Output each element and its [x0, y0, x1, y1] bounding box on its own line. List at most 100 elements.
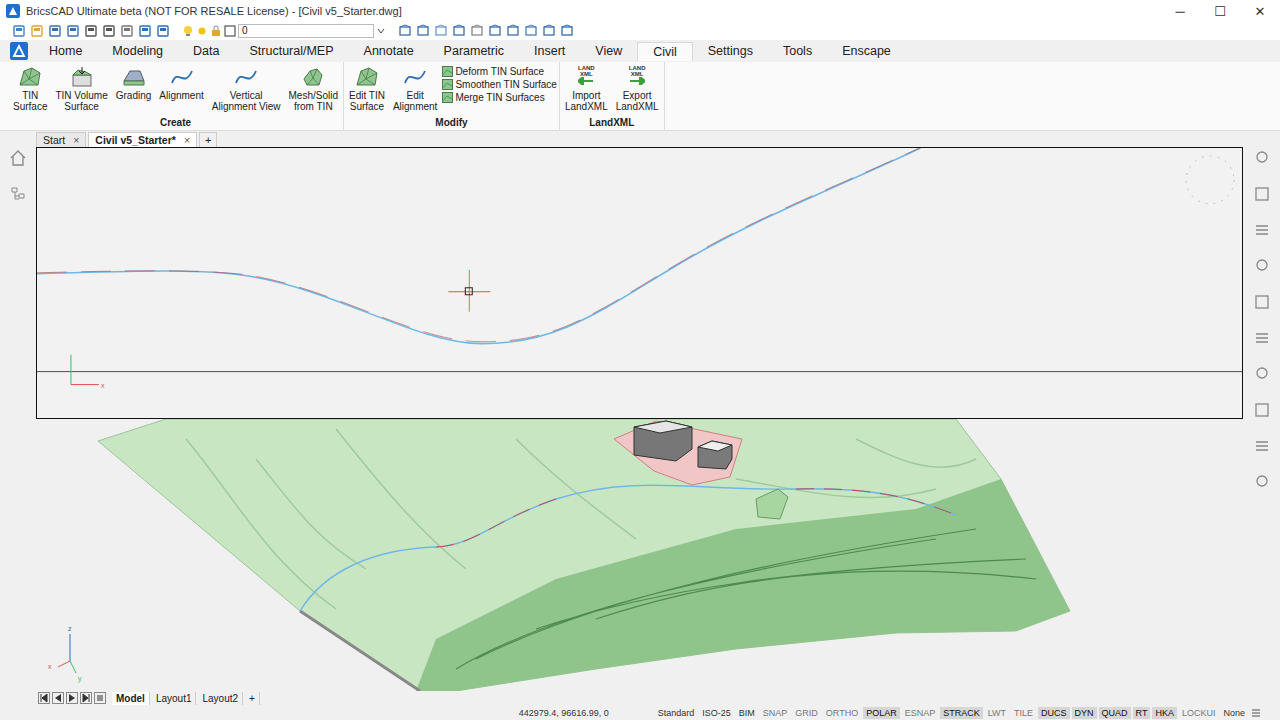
ribbon-tab[interactable]: Modeling	[97, 42, 178, 60]
layout-navigation-icon[interactable]	[38, 692, 110, 704]
toolbar-icon[interactable]	[102, 24, 116, 38]
panel-icon[interactable]	[1253, 365, 1271, 383]
toolbar-icon[interactable]	[138, 24, 152, 38]
ribbon-tab[interactable]: Parametric	[429, 42, 519, 60]
panel-icon[interactable]	[1253, 437, 1271, 455]
toolbar-icon[interactable]	[434, 24, 448, 38]
toolbar-icon[interactable]	[416, 24, 430, 38]
panel-icon[interactable]	[1253, 149, 1271, 167]
panel-icon[interactable]	[1253, 257, 1271, 275]
ribbon-tab[interactable]: Annotate	[349, 42, 429, 60]
toolbar-icon[interactable]	[542, 24, 556, 38]
close-tab-button[interactable]: ×	[73, 133, 79, 147]
ribbon-tool-button[interactable]: Edit TINSurface	[346, 65, 388, 116]
status-toggle[interactable]: TILE	[1011, 707, 1036, 719]
status-bar: 442979.4, 96616.99, 0StandardISO-25BIMSN…	[0, 706, 1280, 720]
toolbar-icon[interactable]	[66, 24, 80, 38]
toolbar-icon[interactable]	[120, 24, 134, 38]
layout-tab[interactable]: Model	[112, 692, 150, 705]
status-toggle[interactable]: DUCS	[1038, 707, 1070, 719]
toolbar-icon[interactable]	[524, 24, 538, 38]
ribbon-tool-button[interactable]: LANDXMLExportLandXML	[613, 65, 662, 116]
ribbon-tab[interactable]: Data	[178, 42, 234, 60]
toolbar-icon[interactable]	[488, 24, 502, 38]
ribbon-tab[interactable]: Structural/MEP	[234, 42, 348, 60]
toolbar-icon[interactable]	[470, 24, 484, 38]
ribbon-tool-button[interactable]: VerticalAlignment View	[209, 65, 284, 116]
panel-icon[interactable]	[1253, 473, 1271, 491]
ribbon-tab[interactable]: Home	[34, 42, 97, 60]
window-control-button[interactable]: ✕	[1240, 4, 1280, 19]
toolbar-icon[interactable]	[12, 24, 26, 38]
status-toggle[interactable]: RT	[1133, 707, 1151, 719]
status-toggle[interactable]: LOCKUI	[1179, 707, 1219, 719]
status-toggle[interactable]: SNAP	[760, 707, 791, 719]
toolbar-icon[interactable]	[560, 24, 574, 38]
title-bar: BricsCAD Ultimate beta (NOT FOR RESALE L…	[0, 0, 1280, 22]
ribbon-tab[interactable]: Civil	[637, 42, 693, 61]
ribbon-group-title: Create	[10, 116, 341, 130]
close-tab-button[interactable]: ×	[184, 133, 190, 147]
status-field[interactable]: BIM	[736, 707, 758, 719]
status-toggle[interactable]: ESNAP	[902, 707, 939, 719]
ribbon-tool-button[interactable]: TIN VolumeSurface	[52, 65, 110, 116]
status-toggle[interactable]: HKA	[1152, 707, 1177, 719]
ribbon-tool-button[interactable]: Grading	[113, 65, 155, 116]
ribbon-tool-button[interactable]: Alignment	[156, 65, 206, 116]
status-toggle[interactable]: DYN	[1072, 707, 1097, 719]
document-tab[interactable]: Civil v5_Starter*×	[88, 132, 197, 147]
status-toggle[interactable]: ORTHO	[823, 707, 861, 719]
profile-viewport[interactable]: x	[36, 147, 1243, 419]
status-toggle[interactable]: STRACK	[940, 707, 983, 719]
status-menu-icon[interactable]	[1250, 707, 1262, 719]
new-layout-button[interactable]: +	[245, 692, 260, 705]
document-tab[interactable]: Start×	[36, 132, 86, 147]
status-toggle[interactable]: QUAD	[1099, 707, 1131, 719]
status-toggle[interactable]: GRID	[792, 707, 821, 719]
status-field[interactable]: Standard	[655, 707, 698, 719]
panel-icon[interactable]	[1253, 329, 1271, 347]
status-field[interactable]: ISO-25	[699, 707, 734, 719]
layout-tab-bar: ModelLayout1Layout2+	[0, 690, 1280, 706]
home-icon[interactable]	[9, 149, 27, 167]
toolbar-icon[interactable]	[156, 24, 170, 38]
layout-tab[interactable]: Layout2	[198, 692, 243, 705]
toolbar-icon[interactable]	[48, 24, 62, 38]
panel-icon[interactable]	[1253, 293, 1271, 311]
ribbon-tab[interactable]: View	[580, 42, 637, 60]
ribbon-tool-button[interactable]: LANDXMLImportLandXML	[562, 65, 611, 116]
ribbon-small-tool-button[interactable]: Smoothen TIN Surface	[442, 79, 557, 90]
ribbon-tool-button[interactable]: Mesh/Solidfrom TIN	[286, 65, 341, 116]
ribbon-tool-button[interactable]: EditAlignment	[390, 65, 440, 116]
ribbon-small-tool-button[interactable]: Deform TIN Surface	[442, 66, 557, 77]
new-document-button[interactable]: +	[199, 132, 217, 147]
status-toggle[interactable]: LWT	[985, 707, 1009, 719]
toolbar-icon[interactable]	[506, 24, 520, 38]
status-field[interactable]: None	[1220, 707, 1248, 719]
layer-dropdown[interactable]: 0	[182, 24, 386, 38]
ribbon-tab[interactable]: Insert	[519, 42, 580, 60]
curve-icon	[234, 65, 258, 89]
layout-tab[interactable]: Layout1	[152, 692, 197, 705]
application-menu-button[interactable]	[8, 41, 30, 61]
ribbon-group: TINSurfaceTIN VolumeSurfaceGradingAlignm…	[8, 62, 344, 130]
panel-icon[interactable]	[1253, 401, 1271, 419]
ribbon-tab[interactable]: Tools	[768, 42, 827, 60]
ribbon-tab[interactable]: Settings	[693, 42, 768, 60]
status-toggle[interactable]: POLAR	[863, 707, 900, 719]
ribbon-tab[interactable]: Enscape	[827, 42, 906, 60]
window-control-button[interactable]: ☐	[1200, 4, 1240, 19]
toolbar-icon[interactable]	[398, 24, 412, 38]
panel-icon[interactable]	[1253, 185, 1271, 203]
structure-tree-icon[interactable]	[9, 185, 27, 203]
toolbar-icon[interactable]	[452, 24, 466, 38]
toolbar-icon[interactable]	[84, 24, 98, 38]
ribbon-tool-button[interactable]: TINSurface	[10, 65, 50, 116]
volume-icon	[70, 65, 94, 89]
window-control-button[interactable]: ─	[1160, 4, 1200, 19]
terrain-viewport[interactable]: zxy	[36, 419, 1243, 691]
panel-icon[interactable]	[1253, 221, 1271, 239]
document-tab-bar: Start×Civil v5_Starter*×+	[0, 131, 1280, 147]
toolbar-icon[interactable]	[30, 24, 44, 38]
ribbon-small-tool-button[interactable]: Merge TIN Surfaces	[442, 92, 557, 103]
